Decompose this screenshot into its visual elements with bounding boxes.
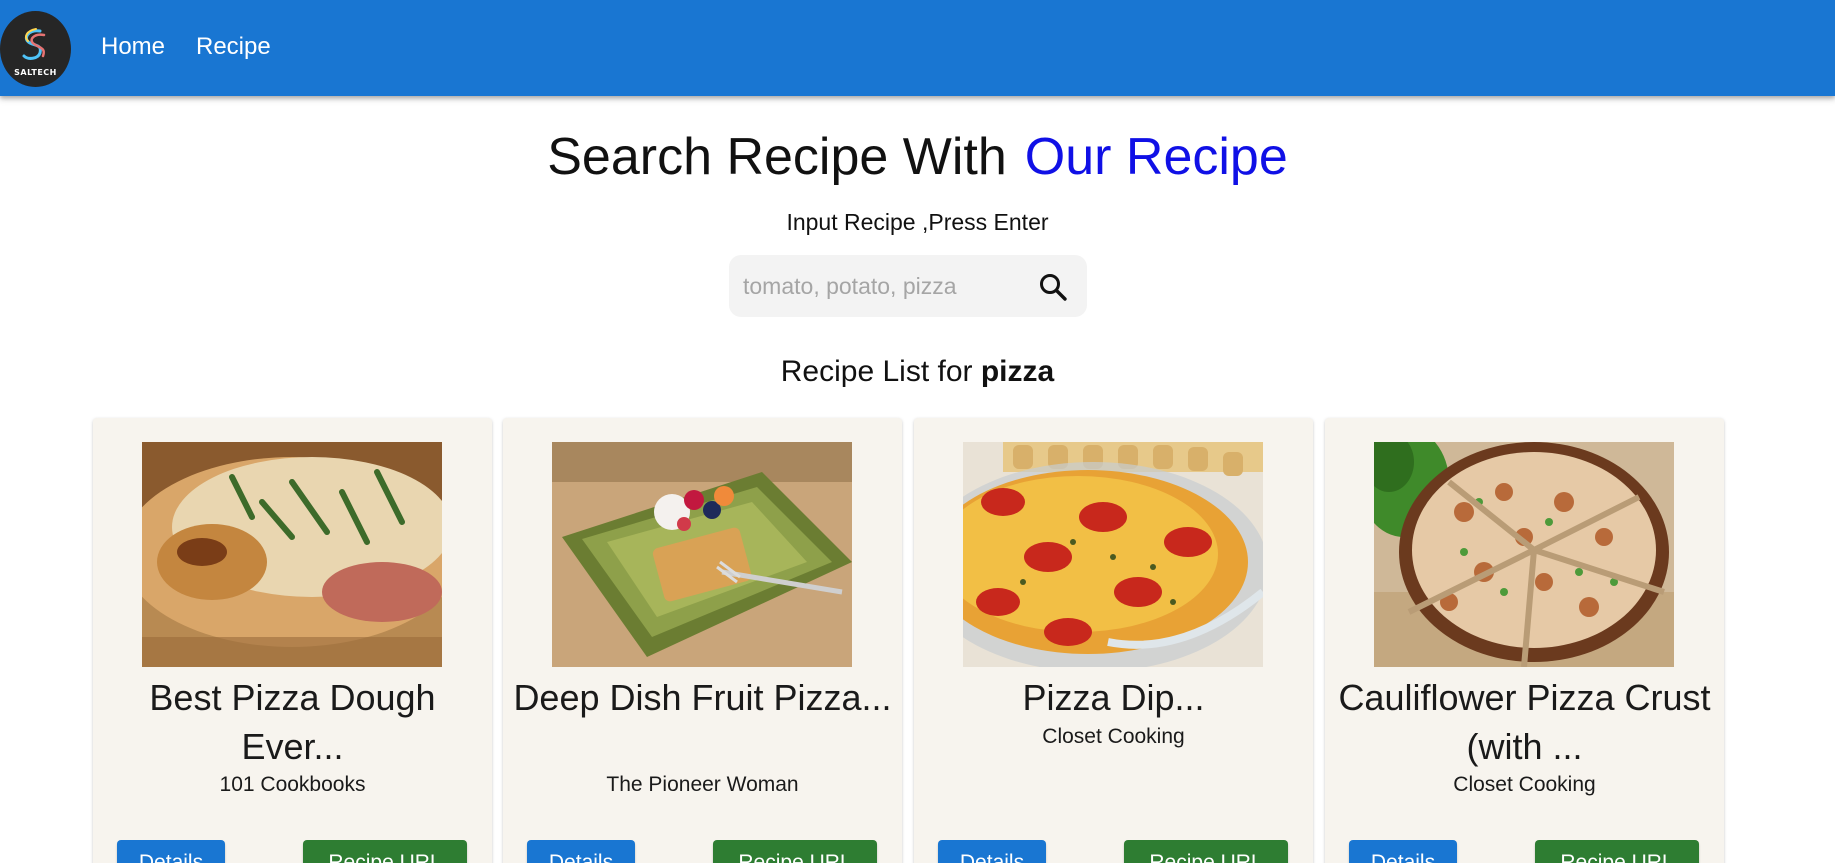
recipe-source: 101 Cookbooks bbox=[219, 773, 366, 796]
results-heading-prefix: Recipe List for bbox=[780, 355, 973, 388]
recipe-image[interactable] bbox=[142, 442, 442, 667]
recipe-card: Best Pizza Dough Ever... 101 Cookbooks D… bbox=[93, 418, 492, 863]
nav-recipe-link[interactable]: Recipe bbox=[196, 33, 271, 61]
recipe-card: Pizza Dip... Closet Cooking Details Reci… bbox=[914, 418, 1313, 863]
search-input[interactable] bbox=[743, 269, 1023, 303]
nav-home-link[interactable]: Home bbox=[101, 33, 165, 61]
recipe-url-button[interactable]: Recipe URL bbox=[1535, 840, 1699, 863]
recipe-source: Closet Cooking bbox=[1453, 773, 1596, 796]
recipe-url-button[interactable]: Recipe URL bbox=[1124, 840, 1288, 863]
recipe-image[interactable] bbox=[552, 442, 852, 667]
details-button[interactable]: Details bbox=[117, 840, 225, 863]
recipe-source: The Pioneer Woman bbox=[606, 773, 799, 796]
recipe-card: Cauliflower Pizza Crust (with ... Closet… bbox=[1325, 418, 1724, 863]
recipe-source: Closet Cooking bbox=[1042, 725, 1185, 748]
saltech-logo[interactable]: SALTECH bbox=[0, 11, 71, 87]
navbar: SALTECH Home Recipe bbox=[0, 0, 1835, 96]
recipe-url-button[interactable]: Recipe URL bbox=[713, 840, 877, 863]
page-title: Search Recipe With Our Recipe bbox=[0, 127, 1835, 187]
details-button[interactable]: Details bbox=[938, 840, 1046, 863]
logo-text: SALTECH bbox=[14, 68, 57, 77]
details-button[interactable]: Details bbox=[1349, 840, 1457, 863]
logo-swirl-icon bbox=[22, 28, 46, 60]
search-icon[interactable] bbox=[1038, 272, 1068, 302]
page-title-main: Search Recipe With bbox=[547, 128, 1007, 186]
search-instructions: Input Recipe ,Press Enter bbox=[786, 209, 1049, 235]
search-box bbox=[729, 255, 1087, 317]
details-button[interactable]: Details bbox=[527, 840, 635, 863]
recipe-title: Deep Dish Fruit Pizza... bbox=[513, 677, 892, 718]
recipe-title: Cauliflower Pizza Crust (with ... bbox=[1338, 677, 1711, 767]
recipe-title: Best Pizza Dough Ever... bbox=[149, 677, 436, 767]
recipe-title: Pizza Dip... bbox=[1022, 677, 1205, 718]
recipe-card: Deep Dish Fruit Pizza... The Pioneer Wom… bbox=[503, 418, 902, 863]
results-query: pizza bbox=[980, 355, 1055, 388]
recipe-url-button[interactable]: Recipe URL bbox=[303, 840, 467, 863]
recipe-image[interactable] bbox=[1374, 442, 1674, 667]
recipe-image[interactable] bbox=[963, 442, 1263, 667]
results-heading: Recipe List for pizza bbox=[0, 355, 1835, 389]
page-title-accent: Our Recipe bbox=[1024, 128, 1288, 186]
